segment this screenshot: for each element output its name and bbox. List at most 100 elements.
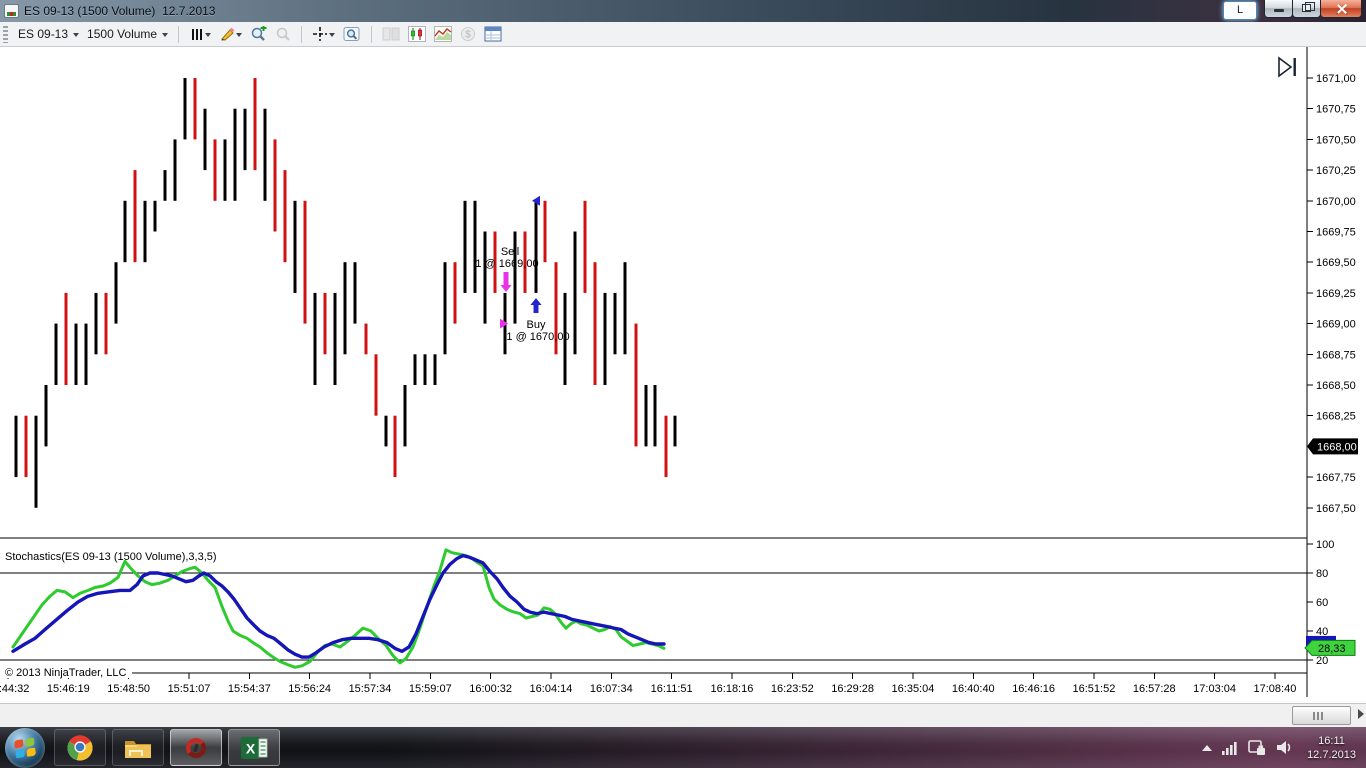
network-plug-icon[interactable] bbox=[1248, 739, 1266, 756]
price-axis-label: 1669,25 bbox=[1316, 288, 1356, 300]
chart-regions-button[interactable] bbox=[432, 25, 454, 43]
region-chart-icon bbox=[434, 26, 453, 42]
price-bar bbox=[353, 262, 357, 324]
buy-label: Buy bbox=[527, 319, 546, 331]
price-bar bbox=[133, 170, 137, 263]
price-axis-label: 1670,50 bbox=[1316, 134, 1356, 146]
time-axis-label: 16:51:52 bbox=[1073, 683, 1116, 695]
price-bar bbox=[384, 415, 388, 447]
zoom-in-button[interactable] bbox=[248, 25, 269, 43]
chart-horizontal-scrollbar[interactable] bbox=[0, 703, 1366, 727]
taskbar-item-chrome[interactable] bbox=[54, 729, 106, 766]
sell-arrow-icon bbox=[503, 272, 509, 285]
price-bar bbox=[374, 354, 378, 416]
time-axis-label: 16:29:28 bbox=[831, 683, 874, 695]
taskbar-clock[interactable]: 16:11 12.7.2013 bbox=[1303, 734, 1356, 762]
window-title: ES 09-13 (1500 Volume) 12.7.2013 bbox=[24, 4, 216, 18]
chevron-down-icon bbox=[162, 33, 169, 37]
taskbar-item-ninjatrader[interactable] bbox=[170, 729, 222, 766]
close-button[interactable] bbox=[1320, 0, 1362, 18]
toolbar-grip[interactable] bbox=[3, 25, 8, 43]
start-button[interactable] bbox=[5, 727, 45, 768]
chart-style-button[interactable] bbox=[187, 25, 213, 43]
price-bar bbox=[14, 415, 18, 478]
scroll-to-end-icon[interactable] bbox=[1277, 55, 1299, 86]
zoom-in-icon bbox=[251, 26, 267, 41]
data-box-button[interactable] bbox=[341, 25, 363, 43]
restore-icon bbox=[1302, 2, 1315, 12]
price-bar bbox=[243, 108, 247, 171]
price-bar bbox=[313, 292, 317, 385]
price-bar bbox=[343, 262, 347, 355]
properties-button[interactable] bbox=[482, 25, 504, 43]
chart-trader-button[interactable] bbox=[406, 25, 428, 43]
toolbar-separator bbox=[178, 25, 180, 43]
time-axis-label: 15:54:37 bbox=[228, 683, 271, 695]
price-bar bbox=[253, 78, 257, 171]
dollar-coin-icon: $ bbox=[461, 27, 476, 41]
instrument-selector[interactable]: ES 09-13 bbox=[14, 25, 83, 43]
split-panels-icon bbox=[382, 27, 400, 41]
price-bar bbox=[433, 354, 437, 385]
compare-charts-button[interactable] bbox=[380, 25, 402, 43]
price-bar bbox=[603, 292, 607, 385]
network-signal-icon[interactable] bbox=[1222, 741, 1238, 755]
time-axis-label: 16:23:52 bbox=[771, 683, 814, 695]
scrollbar-thumb[interactable] bbox=[1292, 706, 1351, 725]
scrollbar-right-arrow-icon[interactable] bbox=[1358, 709, 1364, 719]
minimize-button[interactable] bbox=[1264, 0, 1293, 18]
system-tray: 16:11 12.7.2013 bbox=[1202, 727, 1366, 768]
taskbar-item-excel[interactable]: X bbox=[228, 729, 280, 766]
time-axis-label: 16:35:04 bbox=[892, 683, 935, 695]
chart-canvas[interactable]: 1671,00 1670,75 1670,50 1670,25 1670,00 1669,… bbox=[0, 47, 1366, 703]
price-axis-label: 1669,50 bbox=[1316, 257, 1356, 269]
price-bar bbox=[263, 108, 267, 201]
stoch-axis-label: 80 bbox=[1316, 568, 1328, 580]
price-bar bbox=[423, 354, 427, 385]
price-bar bbox=[653, 385, 657, 447]
volume-icon[interactable] bbox=[1276, 740, 1293, 755]
price-bar bbox=[54, 323, 58, 385]
ninjatrader-icon bbox=[186, 737, 206, 758]
buy-arrow-icon bbox=[533, 305, 539, 313]
taskbar-item-explorer[interactable] bbox=[112, 729, 164, 766]
restore-button[interactable] bbox=[1292, 0, 1321, 18]
copyright-label: © 2013 NinjaTrader, LLC bbox=[5, 667, 126, 679]
chart-area[interactable]: 1671,00 1670,75 1670,50 1670,25 1670,00 1669,… bbox=[0, 47, 1366, 703]
hidden-icons-button[interactable] bbox=[1202, 744, 1213, 751]
chevron-down-icon bbox=[73, 33, 80, 37]
price-axis-label: 1668,50 bbox=[1316, 380, 1356, 392]
instrument-link-button[interactable]: L bbox=[1223, 1, 1257, 20]
price-axis-label: 1669,00 bbox=[1316, 319, 1356, 331]
price-bar bbox=[323, 292, 327, 355]
time-axis-label: 15:56:24 bbox=[288, 683, 331, 695]
price-bar bbox=[473, 200, 477, 293]
price-bar bbox=[623, 262, 627, 355]
crosshair-button[interactable] bbox=[310, 25, 337, 43]
price-bar bbox=[534, 200, 538, 293]
price-bar bbox=[223, 139, 227, 201]
drawing-tools-button[interactable] bbox=[217, 25, 244, 43]
price-bar bbox=[273, 139, 277, 232]
price-bar bbox=[143, 200, 147, 263]
bar-chart-style-icon bbox=[192, 29, 203, 40]
price-bar bbox=[583, 200, 587, 293]
time-axis-label: 15:51:07 bbox=[168, 683, 211, 695]
candlestick-icon bbox=[408, 26, 427, 42]
price-bar bbox=[173, 139, 177, 201]
time-axis-label: 15:59:07 bbox=[409, 683, 452, 695]
account-data-button[interactable]: $ bbox=[458, 25, 478, 43]
price-bar bbox=[453, 262, 457, 324]
buy-detail: 1 @ 1670,00 bbox=[506, 331, 569, 343]
price-bar bbox=[293, 200, 297, 293]
interval-selector[interactable]: 1500 Volume bbox=[83, 25, 172, 43]
price-bar bbox=[203, 108, 207, 171]
price-axis-label: 1667,50 bbox=[1316, 503, 1356, 515]
time-axis-label: 16:18:16 bbox=[711, 683, 754, 695]
chevron-down-icon bbox=[205, 33, 212, 37]
stoch-line-k bbox=[11, 548, 666, 669]
zoom-out-button[interactable] bbox=[273, 25, 293, 43]
price-axis-label: 1667,75 bbox=[1316, 472, 1356, 484]
price-bar bbox=[153, 200, 157, 232]
price-bar bbox=[483, 231, 487, 324]
